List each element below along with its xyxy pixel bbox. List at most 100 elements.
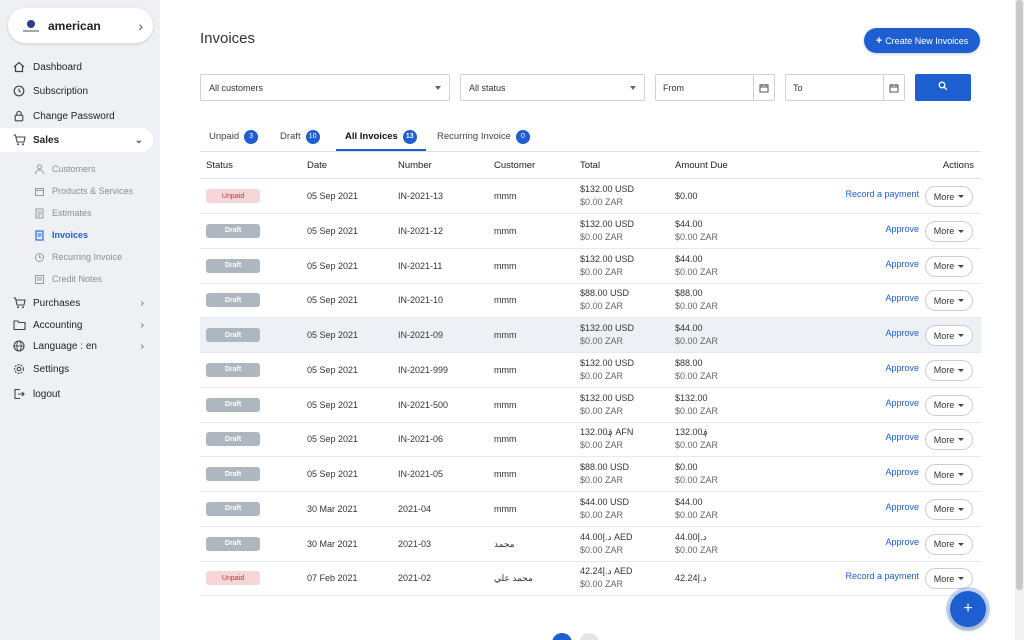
sidebar-item-language[interactable]: Language : en › xyxy=(0,335,160,357)
from-date-field[interactable]: From xyxy=(655,74,775,101)
sidebar-item-sales[interactable]: Sales ⌄ xyxy=(0,128,153,152)
pagination-page-active[interactable] xyxy=(552,633,572,640)
table-row[interactable]: Draft 05 Sep 2021 IN-2021-10 mmm $88.00 USD $… xyxy=(200,283,981,319)
invoice-total: $132.00 USD $0.00 ZAR xyxy=(580,322,634,348)
approve-link[interactable]: Approve xyxy=(885,398,919,408)
sidebar-subitem-products[interactable]: Products & Services xyxy=(0,181,160,201)
tab-recurring-invoice[interactable]: Recurring Invoice 0 xyxy=(437,122,530,151)
approve-link[interactable]: Approve xyxy=(885,328,919,338)
approve-link[interactable]: Approve xyxy=(885,432,919,442)
table-row[interactable]: Draft 05 Sep 2021 IN-2021-11 mmm $132.00 USD… xyxy=(200,249,981,284)
tab-count-badge: 0 xyxy=(515,129,530,144)
search-button[interactable] xyxy=(915,74,971,101)
approve-link[interactable]: Approve xyxy=(885,224,919,234)
table-row[interactable]: Unpaid 07 Feb 2021 2021-02 محمد علي 42.24د.إ… xyxy=(200,561,981,597)
invoice-due-amount: $88.00 xyxy=(675,357,703,368)
approve-link[interactable]: Approve xyxy=(885,293,919,303)
invoice-total-converted: $0.00 ZAR xyxy=(580,509,624,520)
invoice-total: $88.00 USD $0.00 ZAR xyxy=(580,287,629,313)
to-date-field[interactable]: To xyxy=(785,74,905,101)
sidebar-subitem-estimates[interactable]: Estimates xyxy=(0,203,160,223)
to-date-placeholder: To xyxy=(793,82,803,93)
invoice-amount-due: $44.00 $0.00 ZAR xyxy=(675,253,718,279)
tab-all-invoices[interactable]: All Invoices 13 xyxy=(345,122,417,151)
more-actions-button[interactable]: More xyxy=(925,533,973,555)
tab-draft[interactable]: Draft 10 xyxy=(280,122,320,151)
more-actions-button[interactable]: More xyxy=(925,220,973,242)
table-row[interactable]: Draft 05 Sep 2021 IN-2021-999 mmm $132.00 US… xyxy=(200,353,981,388)
sidebar-subitem-customers[interactable]: Customers xyxy=(0,159,160,179)
table-row[interactable]: Draft 05 Sep 2021 IN-2021-12 mmm $132.00 USD… xyxy=(200,214,981,249)
invoice-due-converted: $0.00 ZAR xyxy=(675,266,719,277)
invoice-total-amount: $132.00 USD xyxy=(580,184,635,194)
table-row[interactable]: Draft 05 Sep 2021 IN-2021-500 mmm $132.00 US… xyxy=(200,388,981,423)
scrollbar[interactable] xyxy=(1015,0,1024,640)
status-filter-select[interactable]: All status xyxy=(460,74,645,101)
more-label: More xyxy=(933,261,955,271)
approve-link[interactable]: Approve xyxy=(885,467,919,477)
tab-unpaid[interactable]: Unpaid 3 xyxy=(209,122,259,151)
more-actions-button[interactable]: More xyxy=(925,394,973,416)
calendar-icon[interactable] xyxy=(753,75,774,100)
sidebar-item-dashboard[interactable]: Dashboard xyxy=(0,56,160,78)
approve-link[interactable]: Approve xyxy=(885,363,919,373)
sidebar-subitem-invoices[interactable]: Invoices xyxy=(0,225,160,245)
table-row[interactable]: Draft 30 Mar 2021 2021-03 محمد 44.00د.إ AED $… xyxy=(200,527,981,562)
invoice-customer: mmm xyxy=(494,295,517,306)
invoice-due-converted: $0.00 ZAR xyxy=(675,544,719,555)
invoice-date: 05 Sep 2021 xyxy=(307,225,359,236)
invoice-total-converted: $0.00 ZAR xyxy=(580,231,624,242)
invoice-total-converted: $0.00 ZAR xyxy=(580,197,624,207)
sidebar-subitem-credit-notes[interactable]: Credit Notes xyxy=(0,269,160,289)
more-actions-button[interactable]: More xyxy=(925,429,973,451)
invoice-due-amount: 42.24د.إ xyxy=(675,573,707,584)
invoice-date: 07 Feb 2021 xyxy=(307,573,358,584)
more-actions-button[interactable]: More xyxy=(925,290,973,312)
sidebar-item-subscription[interactable]: Subscription xyxy=(0,80,160,102)
table-row[interactable]: Draft 05 Sep 2021 IN-2021-09 mmm $132.00 USD… xyxy=(200,318,981,353)
sidebar-item-accounting[interactable]: Accounting › xyxy=(0,314,160,336)
create-invoice-label: Create New Invoices xyxy=(885,35,969,46)
sidebar-item-change-password[interactable]: Change Password xyxy=(0,105,160,127)
invoice-total-amount: 44.00د.إ AED xyxy=(580,531,633,542)
chevron-right-icon: › xyxy=(140,340,144,352)
column-header-amount-due: Amount Due xyxy=(675,160,728,171)
more-actions-button[interactable]: More xyxy=(925,186,973,207)
more-actions-button[interactable]: More xyxy=(925,568,973,590)
table-row[interactable]: Draft 30 Mar 2021 2021-04 mmm $44.00 USD $0.0… xyxy=(200,492,981,527)
sidebar-subitem-recurring[interactable]: Recurring Invoice xyxy=(0,247,160,267)
more-actions-button[interactable]: More xyxy=(925,255,973,277)
table-row[interactable]: Unpaid 05 Sep 2021 IN-2021-13 mmm $132.00 US… xyxy=(200,179,981,214)
fab-add-button[interactable]: + xyxy=(950,591,986,627)
invoice-number: IN-2021-06 xyxy=(398,434,444,445)
table-row[interactable]: Draft 05 Sep 2021 IN-2021-06 mmm 132.00؋ AFN… xyxy=(200,422,981,458)
table-row[interactable]: Draft 05 Sep 2021 IN-2021-05 mmm $88.00 USD $… xyxy=(200,457,981,492)
record-payment-link[interactable]: Record a payment xyxy=(845,571,919,581)
more-label: More xyxy=(933,226,955,237)
create-invoice-button[interactable]: + Create New Invoices xyxy=(864,28,980,53)
caret-down-icon xyxy=(958,507,965,511)
invoice-total: $132.00 USD $0.00 ZAR xyxy=(580,218,634,244)
more-actions-button[interactable]: More xyxy=(925,464,973,485)
status-badge: Draft xyxy=(206,536,260,551)
approve-link[interactable]: Approve xyxy=(885,259,919,269)
approve-link[interactable]: Approve xyxy=(885,537,919,547)
chevron-right-icon: › xyxy=(140,297,144,309)
sidebar-item-purchases[interactable]: Purchases › xyxy=(0,292,160,314)
scrollbar-thumb[interactable] xyxy=(1016,0,1023,590)
record-payment-link[interactable]: Record a payment xyxy=(845,189,919,199)
sidebar-item-logout[interactable]: logout xyxy=(0,383,160,405)
sidebar-item-settings[interactable]: Settings xyxy=(0,358,160,380)
sidebar-item-label: Purchases xyxy=(33,297,81,309)
pagination-page[interactable] xyxy=(579,633,599,640)
more-actions-button[interactable]: More xyxy=(925,498,973,520)
calendar-icon[interactable] xyxy=(883,75,904,100)
more-actions-button[interactable]: More xyxy=(925,325,973,346)
sidebar-subitem-label: Recurring Invoice xyxy=(52,252,123,262)
customer-filter-select[interactable]: All customers xyxy=(200,74,450,101)
approve-link[interactable]: Approve xyxy=(885,502,919,512)
tab-count-badge: 3 xyxy=(244,129,259,144)
more-actions-button[interactable]: More xyxy=(925,359,973,381)
sidebar-subitem-label: Customers xyxy=(52,164,96,174)
organization-switcher[interactable]: american › xyxy=(8,8,153,43)
